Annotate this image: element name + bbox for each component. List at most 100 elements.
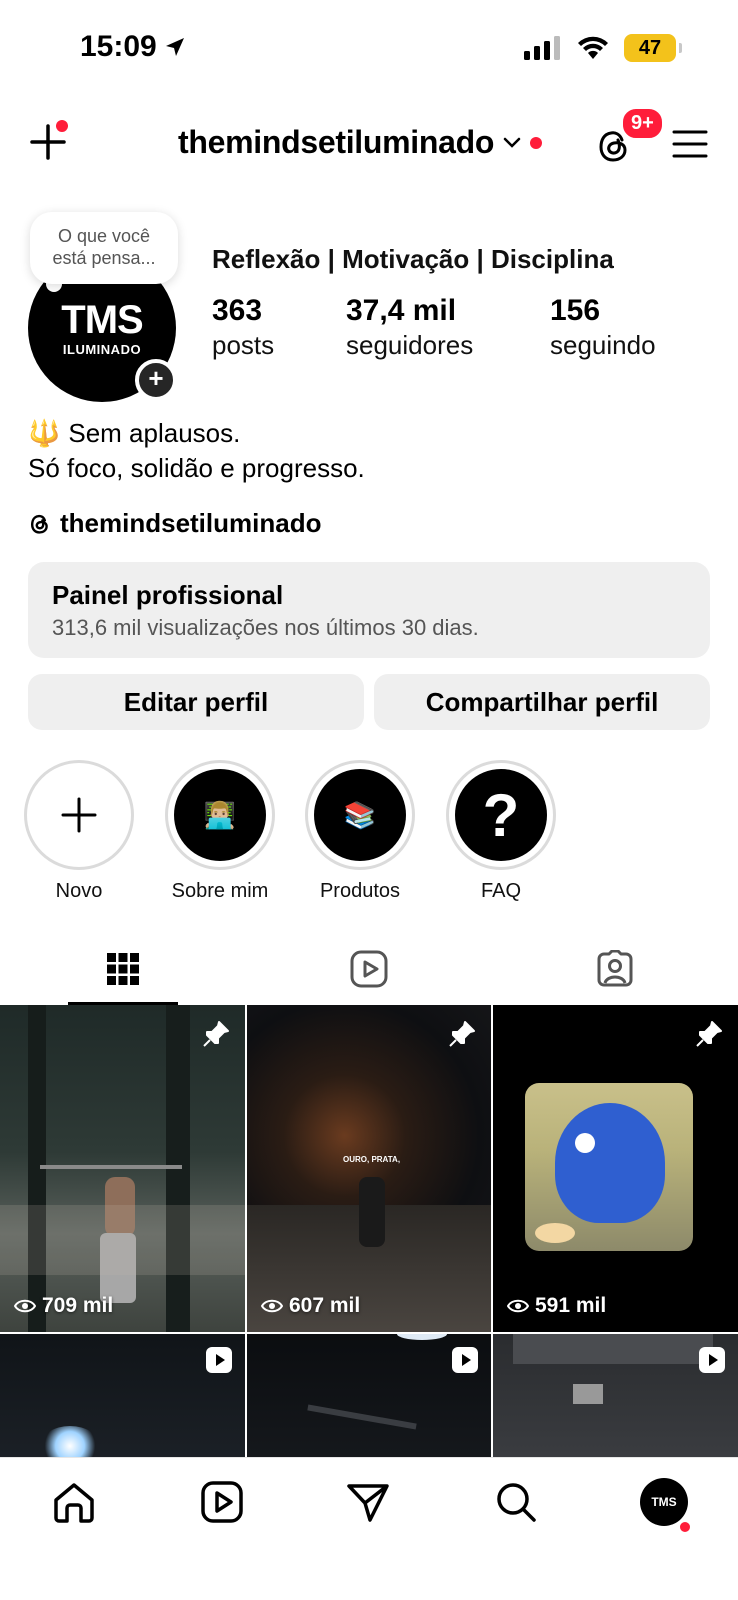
status-bar: 15:09 47 <box>0 0 738 100</box>
post-thumbnail[interactable] <box>493 1334 738 1457</box>
highlight-ring: ? <box>446 760 556 870</box>
cartoon-plate <box>535 1223 575 1243</box>
tab-tagged[interactable] <box>492 936 738 1002</box>
stat-label: seguidores <box>346 330 474 360</box>
nav-profile-avatar[interactable]: TMS <box>640 1478 688 1526</box>
dashboard-subtitle: 313,6 mil visualizações nos últimos 30 d… <box>52 615 479 640</box>
tab-posts-grid[interactable] <box>0 936 246 1002</box>
clock-text: 15:09 <box>80 30 157 63</box>
chevron-down-icon <box>503 137 521 148</box>
stat-label: posts <box>212 330 275 360</box>
highlight-label: Produtos <box>319 880 401 902</box>
ceiling-light <box>397 1334 447 1340</box>
avatar-logo-subtext: ILUMINADO <box>62 341 142 357</box>
reel-icon <box>699 1347 725 1373</box>
nav-messages[interactable] <box>346 1480 390 1524</box>
post-thumbnail[interactable]: 709 mil <box>0 1005 245 1332</box>
profile-top-bar: themindsetiluminado 9+ <box>0 106 738 178</box>
highlight-faq[interactable]: ? FAQ <box>446 760 556 903</box>
barbell <box>307 1404 417 1430</box>
highlight-new[interactable]: Novo <box>24 760 134 903</box>
account-switcher[interactable]: themindsetiluminado <box>178 124 543 161</box>
bio-text-1: Sem aplausos. <box>68 418 241 448</box>
highlight-ring <box>24 760 134 870</box>
profile-tabs <box>0 936 738 1006</box>
reels-icon <box>350 950 388 988</box>
bottom-navigation: TMS <box>0 1457 738 1600</box>
posts-grid: 709 mil OURO, PRATA, 607 mil 591 mil <box>0 1005 738 1457</box>
status-time: 15:09 <box>80 30 187 64</box>
highlight-label: Novo <box>55 880 103 902</box>
books-icon: 📚 <box>314 769 406 861</box>
threads-icon <box>30 514 48 534</box>
post-thumbnail[interactable] <box>0 1334 245 1457</box>
post-thumbnail[interactable]: OURO, PRATA, 607 mil <box>247 1005 491 1332</box>
notification-dot <box>56 120 68 132</box>
runner-figure <box>359 1177 385 1247</box>
plus-icon <box>61 797 97 833</box>
nav-avatar-text: TMS <box>651 1495 677 1509</box>
highlight-ring: 📚 <box>305 760 415 870</box>
share-profile-button[interactable]: Compartilhar perfil <box>374 674 710 730</box>
building-sign <box>573 1384 603 1404</box>
header-username: themindsetiluminado <box>178 124 495 160</box>
highlight-products[interactable]: 📚 Produtos <box>305 760 415 903</box>
nav-reels[interactable] <box>200 1480 244 1524</box>
post-overlay-caption: OURO, PRATA, <box>343 1155 401 1164</box>
stat-posts[interactable]: 363 posts <box>212 294 274 361</box>
reel-icon <box>452 1347 478 1373</box>
cartoon-image <box>525 1083 693 1251</box>
edit-profile-button[interactable]: Editar perfil <box>28 674 364 730</box>
nav-search[interactable] <box>494 1480 538 1524</box>
nav-home[interactable] <box>52 1480 96 1524</box>
create-button[interactable] <box>28 120 68 162</box>
highlight-label: FAQ <box>480 880 521 902</box>
send-icon <box>347 1484 389 1522</box>
tab-reels[interactable] <box>246 936 492 1002</box>
search-icon <box>497 1483 536 1522</box>
notification-badge: 9+ <box>620 106 665 141</box>
cartoon-eye <box>575 1133 595 1153</box>
grid-icon <box>107 953 139 985</box>
view-count-text: 607 mil <box>289 1294 361 1317</box>
building-roof <box>513 1334 713 1364</box>
question-mark-icon: ? <box>455 769 547 861</box>
profile-category: Reflexão | Motivação | Disciplina <box>212 244 614 274</box>
bio-line-1: 🔱 Sem aplausos. <box>28 418 240 449</box>
avatar-logo-text: TMS <box>61 297 143 342</box>
eye-icon <box>261 1299 283 1313</box>
location-arrow-icon <box>165 38 184 56</box>
hamburger-menu-icon <box>672 130 708 158</box>
stat-value: 156 <box>550 294 601 327</box>
tagged-person-icon <box>597 950 633 987</box>
view-count-text: 709 mil <box>42 1294 114 1317</box>
home-icon <box>54 1483 94 1523</box>
note-bubble[interactable]: O que você está pensa... <box>30 212 178 284</box>
eye-icon <box>14 1299 36 1313</box>
menu-button[interactable] <box>672 128 708 160</box>
post-view-count: 607 mil <box>261 1294 360 1318</box>
add-story-button[interactable]: + <box>135 359 177 401</box>
pin-icon <box>449 1021 475 1047</box>
post-thumbnail[interactable] <box>247 1334 491 1457</box>
laptop-person-icon: 👨🏼‍💻 <box>174 769 266 861</box>
cellular-signal-icon <box>524 36 560 60</box>
stat-following[interactable]: 156 seguindo <box>550 294 656 361</box>
battery-level: 47 <box>638 36 662 59</box>
light-glow <box>40 1426 100 1457</box>
post-thumbnail[interactable]: 591 mil <box>493 1005 738 1332</box>
view-count-text: 591 mil <box>535 1294 607 1317</box>
professional-dashboard[interactable]: Painel profissional 313,6 mil visualizaç… <box>28 562 710 658</box>
trident-emoji: 🔱 <box>28 418 61 448</box>
stat-value: 37,4 mil <box>346 294 457 327</box>
threads-profile-link[interactable]: themindsetiluminado <box>28 508 321 539</box>
bio-line-2: Só foco, solidão e progresso. <box>28 453 365 483</box>
highlight-ring: 👨🏼‍💻 <box>165 760 275 870</box>
stat-label: seguindo <box>550 330 656 360</box>
pull-up-bar <box>40 1165 182 1169</box>
stat-followers[interactable]: 37,4 mil seguidores <box>346 294 473 361</box>
highlight-about-me[interactable]: 👨🏼‍💻 Sobre mim <box>165 760 275 903</box>
background-cabin <box>0 1205 245 1275</box>
post-view-count: 591 mil <box>507 1294 606 1318</box>
cartoon-character <box>555 1103 665 1223</box>
